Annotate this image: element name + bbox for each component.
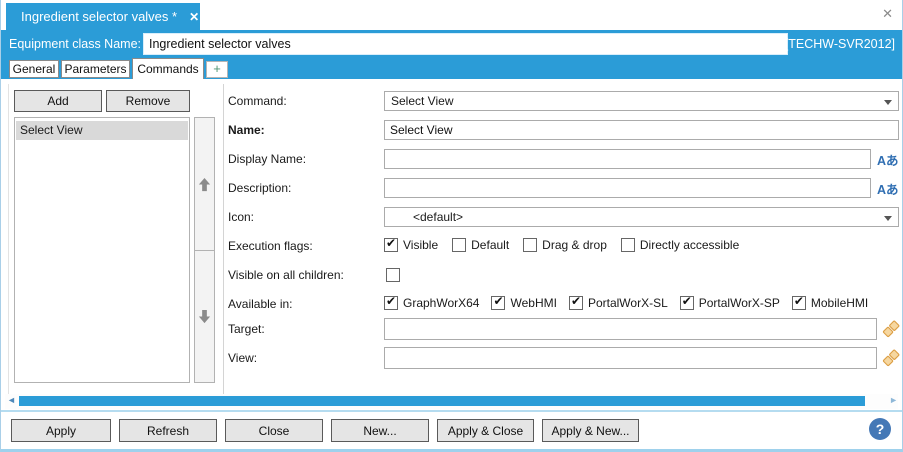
drag-drop-checkbox-label: Drag & drop xyxy=(542,238,607,252)
icon-dropdown-value: <default> xyxy=(413,210,464,224)
list-item[interactable]: Select View xyxy=(16,121,188,140)
target-label: Target: xyxy=(228,322,265,336)
visible-checkbox[interactable] xyxy=(384,236,398,252)
visible-checkbox-label: Visible xyxy=(403,238,439,252)
horizontal-scrollbar[interactable]: ◄ ► xyxy=(5,394,898,409)
visible-on-all-children-checkbox[interactable] xyxy=(386,268,400,282)
drag-drop-checkbox[interactable] xyxy=(523,238,538,252)
name-label: Name: xyxy=(228,123,265,137)
target-input[interactable] xyxy=(384,318,877,340)
document-tab-title: Ingredient selector valves * xyxy=(21,9,178,24)
portalworx-sl-checkbox-label: PortalWorX-SL xyxy=(587,296,668,310)
default-checkbox[interactable] xyxy=(452,238,467,252)
header-bar: Equipment class Name: [TECHW-SVR2012] xyxy=(1,30,902,58)
down-arrow-icon xyxy=(198,309,211,324)
available-in-label: Available in: xyxy=(228,297,293,311)
move-down-button[interactable] xyxy=(194,250,215,383)
tag-browse-icon[interactable] xyxy=(882,320,900,338)
window-close-icon[interactable]: ✕ xyxy=(882,6,893,22)
command-list[interactable]: Select View xyxy=(14,117,190,383)
document-tab-close-icon[interactable]: ✕ xyxy=(189,10,199,24)
up-arrow-icon xyxy=(198,177,211,191)
flag-visible: Visible xyxy=(384,236,439,252)
equipment-class-editor-window: Ingredient selector valves * ✕ ✕ Equipme… xyxy=(0,0,903,452)
mobilehmi-checkbox[interactable] xyxy=(791,294,806,310)
icon-label: Icon: xyxy=(228,210,255,224)
refresh-button[interactable]: Refresh xyxy=(119,419,217,442)
scroll-right-icon[interactable]: ► xyxy=(889,395,898,405)
command-dropdown-value: Select View xyxy=(391,94,454,108)
server-badge: [TECHW-SVR2012] xyxy=(784,37,895,51)
scroll-left-icon[interactable]: ◄ xyxy=(7,395,16,405)
apply-close-button[interactable]: Apply & Close xyxy=(437,419,534,442)
tab-general[interactable]: General xyxy=(9,60,59,78)
commands-tab-content: Add Remove Select View Command: Select V… xyxy=(1,79,902,394)
tab-parameters[interactable]: Parameters xyxy=(61,60,130,78)
available-in-group: GraphWorX64 WebHMI PortalWorX-SL PortalW… xyxy=(384,294,869,310)
equipment-class-name-input[interactable] xyxy=(143,33,788,55)
avail-webhmi: WebHMI xyxy=(491,294,557,310)
name-input[interactable] xyxy=(384,120,899,140)
execution-flags-group: Visible Default Drag & drop Directly acc… xyxy=(384,236,753,252)
avail-portalworx-sl: PortalWorX-SL xyxy=(568,294,668,310)
localize-icon[interactable]: Aあ xyxy=(877,150,901,168)
webhmi-checkbox-label: WebHMI xyxy=(510,296,557,310)
portalworx-sp-checkbox-label: PortalWorX-SP xyxy=(698,296,780,310)
execution-flags-label: Execution flags: xyxy=(228,239,313,253)
tab-add-new[interactable]: + xyxy=(206,61,228,78)
chevron-down-icon xyxy=(884,100,892,105)
avail-graphworx64: GraphWorX64 xyxy=(384,294,480,310)
help-icon[interactable]: ? xyxy=(869,418,891,440)
description-input[interactable] xyxy=(384,178,871,198)
directly-accessible-checkbox-label: Directly accessible xyxy=(639,238,740,252)
portalworx-sl-checkbox[interactable] xyxy=(568,294,583,310)
portalworx-sp-checkbox[interactable] xyxy=(679,294,694,310)
description-label: Description: xyxy=(228,181,292,195)
panel-divider xyxy=(223,84,224,394)
graphworx64-checkbox[interactable] xyxy=(384,294,398,310)
localize-icon[interactable]: Aあ xyxy=(877,179,901,197)
flag-drag-drop: Drag & drop xyxy=(523,238,607,252)
document-tab[interactable]: Ingredient selector valves * ✕ xyxy=(6,3,200,30)
view-label: View: xyxy=(228,351,258,365)
flag-default: Default xyxy=(452,238,509,252)
avail-mobilehmi: MobileHMI xyxy=(791,294,869,310)
move-up-button[interactable] xyxy=(194,117,215,250)
webhmi-checkbox[interactable] xyxy=(491,294,506,310)
tab-commands[interactable]: Commands xyxy=(132,58,204,79)
command-dropdown[interactable]: Select View xyxy=(384,91,899,111)
chevron-down-icon xyxy=(884,216,892,221)
equipment-class-name-label: Equipment class Name: xyxy=(9,37,142,51)
remove-button[interactable]: Remove xyxy=(106,90,190,112)
default-checkbox-label: Default xyxy=(471,238,510,252)
command-label: Command: xyxy=(228,94,287,108)
directly-accessible-checkbox[interactable] xyxy=(620,238,635,252)
new-button[interactable]: New... xyxy=(331,419,429,442)
apply-new-button[interactable]: Apply & New... xyxy=(542,419,639,442)
graphworx64-checkbox-label: GraphWorX64 xyxy=(403,296,480,310)
document-tab-bar: Ingredient selector valves * ✕ ✕ xyxy=(1,0,902,30)
add-button[interactable]: Add xyxy=(14,90,102,112)
view-input[interactable] xyxy=(384,347,877,369)
apply-button[interactable]: Apply xyxy=(11,419,111,442)
reorder-strip xyxy=(194,117,215,383)
scrollbar-thumb[interactable] xyxy=(19,396,865,406)
close-button[interactable]: Close xyxy=(225,419,323,442)
tag-browse-icon[interactable] xyxy=(882,349,900,367)
footer-bar: Apply Refresh Close New... Apply & Close… xyxy=(1,412,902,449)
avail-portalworx-sp: PortalWorX-SP xyxy=(679,294,780,310)
panel-left-border xyxy=(8,84,9,394)
visible-on-all-children-label: Visible on all children: xyxy=(228,268,344,282)
tab-strip: General Parameters Commands + xyxy=(1,58,902,79)
icon-dropdown[interactable]: <default> xyxy=(384,207,899,227)
flag-directly-accessible: Directly accessible xyxy=(620,238,740,252)
display-name-input[interactable] xyxy=(384,149,871,169)
mobilehmi-checkbox-label: MobileHMI xyxy=(810,296,869,310)
display-name-label: Display Name: xyxy=(228,152,307,166)
